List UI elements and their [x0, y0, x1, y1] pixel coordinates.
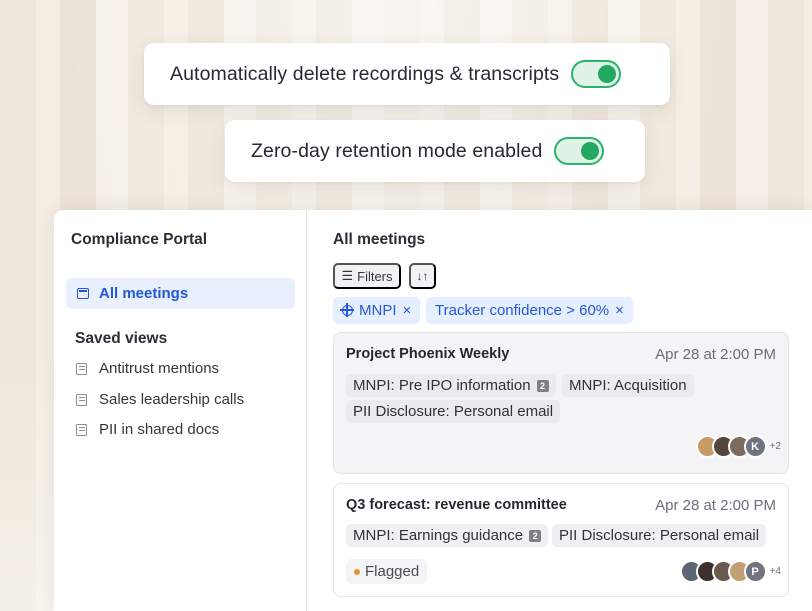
zero-day-retention-toggle-card: Zero-day retention mode enabled: [225, 120, 645, 182]
filter-chip-label: Tracker confidence > 60%: [435, 302, 610, 319]
tag-label: PII Disclosure: Personal email: [559, 527, 760, 544]
saved-view-pii-in-shared-docs[interactable]: PII in shared docs: [76, 421, 219, 438]
saved-view-sales-leadership-calls[interactable]: Sales leadership calls: [76, 391, 244, 408]
auto-delete-switch[interactable]: [571, 60, 622, 88]
sort-button[interactable]: ↓↑: [409, 263, 436, 289]
portal-title: Compliance Portal: [71, 231, 208, 248]
tracker-tag[interactable]: MNPI: Earnings guidance 2: [346, 524, 549, 547]
list-icon: [76, 393, 87, 406]
auto-delete-toggle-card: Automatically delete recordings & transc…: [144, 43, 670, 105]
meeting-card[interactable]: Project Phoenix Weekly Apr 28 at 2:00 PM…: [333, 332, 789, 474]
participants-avatars[interactable]: P +4: [679, 560, 781, 583]
compliance-portal-app: Compliance Portal All meetings Saved vie…: [54, 210, 812, 611]
meetings-panel: All meetings ☰ Filters ↓↑ MNPI × Tracker…: [308, 210, 812, 611]
count-badge: 2: [529, 529, 542, 542]
zero-day-retention-switch[interactable]: [554, 137, 605, 165]
switch-knob: [598, 65, 617, 83]
more-participants-count: +2: [769, 441, 781, 452]
participants-avatars[interactable]: K +2: [695, 435, 781, 458]
auto-delete-label: Automatically delete recordings & transc…: [170, 62, 560, 85]
tag-label: MNPI: Pre IPO information: [353, 377, 531, 394]
avatar-initial: P: [743, 560, 767, 583]
list-icon: [76, 362, 87, 375]
tag-label: MNPI: Acquisition: [569, 377, 687, 394]
meeting-time: Apr 28 at 2:00 PM: [655, 497, 776, 514]
tracker-tag[interactable]: MNPI: Acquisition: [562, 374, 694, 397]
filters-label: Filters: [357, 268, 393, 284]
target-icon: [340, 303, 354, 317]
page-title: All meetings: [333, 231, 426, 248]
status-label: Flagged: [365, 563, 420, 580]
saved-view-label: Sales leadership calls: [99, 391, 245, 408]
saved-views-heading: Saved views: [75, 330, 168, 347]
tracker-tag[interactable]: MNPI: Pre IPO information 2: [346, 374, 556, 397]
more-participants-count: +4: [769, 566, 781, 577]
saved-view-antitrust-mentions[interactable]: Antitrust mentions: [76, 360, 219, 377]
filters-icon: ☰: [341, 268, 354, 283]
sidebar-item-label: All meetings: [99, 285, 189, 302]
calendar-icon: [77, 288, 89, 299]
count-badge: 2: [536, 379, 549, 392]
saved-view-label: PII in shared docs: [99, 421, 220, 438]
filters-button[interactable]: ☰ Filters: [333, 263, 401, 289]
tracker-tag[interactable]: PII Disclosure: Personal email: [346, 400, 561, 423]
remove-filter-icon[interactable]: ×: [615, 302, 624, 319]
zero-day-retention-label: Zero-day retention mode enabled: [251, 139, 543, 162]
meeting-time: Apr 28 at 2:00 PM: [655, 346, 776, 363]
remove-filter-icon[interactable]: ×: [403, 302, 412, 319]
sidebar-item-all-meetings[interactable]: All meetings: [66, 278, 295, 309]
switch-knob: [581, 142, 600, 160]
flag-dot: [354, 568, 360, 575]
meeting-title: Q3 forecast: revenue committee: [346, 497, 567, 513]
meeting-title: Project Phoenix Weekly: [346, 346, 510, 362]
tracker-tag[interactable]: PII Disclosure: Personal email: [552, 524, 767, 547]
filter-chip-label: MNPI: [359, 302, 397, 319]
meeting-card[interactable]: Q3 forecast: revenue committee Apr 28 at…: [333, 483, 789, 597]
tag-label: PII Disclosure: Personal email: [353, 403, 554, 420]
avatar-initial: K: [743, 435, 767, 458]
filter-chip-tracker-confidence[interactable]: Tracker confidence > 60% ×: [426, 297, 633, 324]
saved-view-label: Antitrust mentions: [99, 360, 220, 377]
list-icon: [76, 423, 87, 436]
filter-chip-mnpi[interactable]: MNPI ×: [333, 297, 421, 324]
tag-label: MNPI: Earnings guidance: [353, 527, 524, 544]
sidebar: Compliance Portal All meetings Saved vie…: [54, 210, 307, 611]
flagged-status[interactable]: Flagged: [346, 559, 428, 584]
